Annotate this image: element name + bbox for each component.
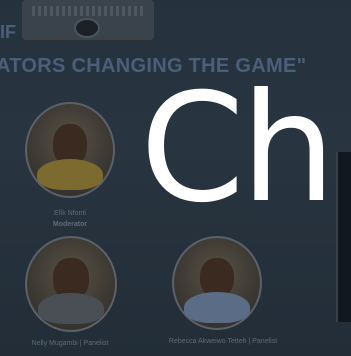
slide-headline-top: IF	[0, 22, 16, 42]
speaker-portrait-panelist-1	[25, 236, 117, 332]
portrait-shoulders	[37, 159, 103, 191]
portrait-shoulders	[37, 293, 105, 325]
speaker-portrait-moderator	[25, 102, 115, 198]
speaker-role-moderator: Moderator	[52, 221, 88, 228]
portrait-shoulders	[184, 292, 250, 323]
projector-lens	[74, 18, 100, 38]
projector-vent	[32, 6, 144, 16]
overlay-title-text: Ch	[140, 62, 336, 236]
speaker-name-panelist-2: Rebecca Akweiwo Tetteh | Panelist	[168, 338, 278, 345]
stage-monitor	[336, 152, 351, 322]
speaker-name-panelist-1: Nelly Mugambi | Panelist	[31, 340, 109, 347]
projector	[22, 0, 154, 44]
speaker-name-moderator: Efik Nfonti	[54, 210, 86, 217]
speaker-portrait-panelist-2	[172, 236, 262, 330]
